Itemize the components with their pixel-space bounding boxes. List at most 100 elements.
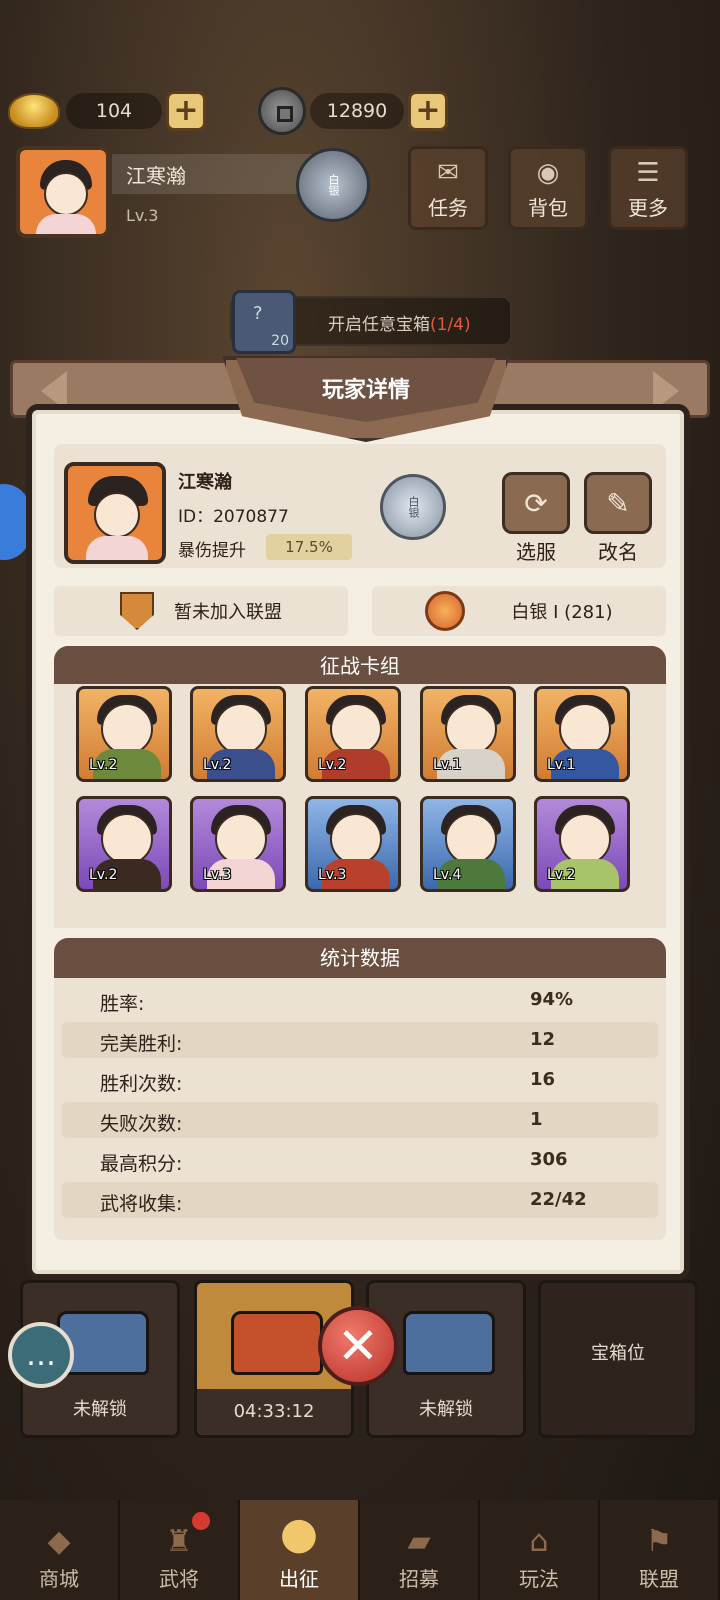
stat-label: 完美胜利: <box>100 1033 183 1055</box>
hero-card[interactable]: Lv.4 <box>420 796 516 892</box>
bag-button[interactable]: ◉ 背包 <box>508 146 588 230</box>
task-label: 任务 <box>428 196 468 220</box>
add-ingot-button[interactable]: + <box>166 91 206 131</box>
menu-icon: ☰ <box>636 158 660 188</box>
chest-task-progress: (1/4) <box>430 315 471 335</box>
nav-modes[interactable]: ⌂ 玩法 <box>480 1500 600 1600</box>
avatar-body-shape <box>86 536 148 560</box>
hero-card[interactable]: Lv.2 <box>190 686 286 782</box>
nav-generals-label: 武将 <box>159 1567 199 1591</box>
hero-level: Lv.4 <box>433 867 462 883</box>
hero-card[interactable]: Lv.2 <box>534 796 630 892</box>
stat-row: 胜利次数: 16 <box>62 1062 658 1098</box>
red-chest-icon <box>231 1311 323 1375</box>
hero-level: Lv.3 <box>203 867 232 883</box>
nav-alliance-label: 联盟 <box>639 1567 679 1591</box>
stats-section-title: 统计数据 <box>54 938 666 978</box>
stat-value: 1 <box>530 1109 543 1130</box>
helmet-icon: ♜ <box>165 1524 193 1559</box>
task-button[interactable]: ✉ 任务 <box>408 146 488 230</box>
player-name-bar[interactable]: 江寒瀚 <box>112 154 312 194</box>
chat-button[interactable]: … <box>8 1322 74 1388</box>
player-id: ID：2070877 <box>178 507 289 527</box>
league-status-text: 白银 I (281) <box>511 602 613 623</box>
stat-label: 胜率: <box>100 993 145 1015</box>
hero-face-shape <box>445 813 497 865</box>
nav-generals[interactable]: ♜ 武将 <box>120 1500 240 1600</box>
hero-card[interactable]: Lv.1 <box>420 686 516 782</box>
player-avatar[interactable] <box>16 146 110 238</box>
chest-task-text: 开启任意宝箱(1/4) <box>328 310 471 335</box>
silver-rank-icon: 白银 <box>380 474 446 540</box>
hero-level: Lv.1 <box>433 757 462 773</box>
chest-timer: 04:33:12 <box>197 1389 351 1435</box>
chest-task-banner[interactable]: ? 20 开启任意宝箱(1/4) <box>230 290 512 354</box>
stat-value: 16 <box>530 1069 556 1090</box>
hero-level: Lv.1 <box>547 757 576 773</box>
select-server-label: 选服 <box>516 540 556 564</box>
player-name: 江寒瀚 <box>178 472 232 493</box>
hero-face-shape <box>559 703 611 755</box>
hero-card[interactable]: Lv.2 <box>76 686 172 782</box>
notification-dot <box>190 1510 212 1532</box>
hero-level: Lv.2 <box>203 757 232 773</box>
stat-row: 完美胜利: 12 <box>62 1022 658 1058</box>
nav-alliance[interactable]: ⚑ 联盟 <box>600 1500 720 1600</box>
close-panel-button[interactable]: ✕ <box>318 1306 398 1386</box>
coin-currency: 12890 + <box>258 87 448 135</box>
chest-slot-placeholder: 宝箱位 <box>591 1343 645 1364</box>
nav-shop[interactable]: ◆ 商城 <box>0 1500 120 1600</box>
hero-face-shape <box>559 813 611 865</box>
hero-card[interactable]: Lv.3 <box>305 796 401 892</box>
stat-row: 胜率: 94% <box>62 982 658 1018</box>
chest-slot-empty[interactable]: 宝箱位 <box>538 1280 698 1438</box>
nav-battle-label: 出征 <box>279 1567 319 1591</box>
blue-chest-icon <box>403 1311 495 1375</box>
nav-battle[interactable]: ● 出征 <box>240 1500 360 1600</box>
hero-face-shape <box>330 703 382 755</box>
avatar-body-shape <box>36 214 96 234</box>
copper-coin-icon <box>258 87 306 135</box>
avatar-face-shape <box>44 172 88 216</box>
scroll-icon: ✉ <box>437 158 459 188</box>
hero-card[interactable]: Lv.2 <box>305 686 401 782</box>
ingot-currency: 104 + <box>8 88 206 134</box>
hero-face-shape <box>330 813 382 865</box>
chest-slot-label: 未解锁 <box>73 1399 127 1420</box>
player-level: Lv.3 <box>126 206 159 225</box>
chest-slot-label: 未解锁 <box>419 1399 473 1420</box>
alliance-status-text: 暂未加入联盟 <box>174 602 282 623</box>
nav-recruit-label: 招募 <box>399 1567 439 1591</box>
hero-card[interactable]: Lv.3 <box>190 796 286 892</box>
hero-face-shape <box>101 813 153 865</box>
crit-bonus-label: 暴伤提升 <box>178 541 246 561</box>
more-button[interactable]: ☰ 更多 <box>608 146 688 230</box>
pavilion-icon: ⌂ <box>529 1524 549 1559</box>
gong-icon: ● <box>279 1508 319 1559</box>
hero-face-shape <box>215 813 267 865</box>
rename-button[interactable]: ✎ <box>584 472 652 534</box>
chest-task-label: 开启任意宝箱 <box>328 315 430 335</box>
league-medal-icon <box>425 591 466 631</box>
hero-card[interactable]: Lv.2 <box>76 796 172 892</box>
bottom-nav: ◆ 商城 ♜ 武将 ● 出征 ▰ 招募 ⌂ 玩法 ⚑ 联盟 <box>0 1500 720 1600</box>
scroll-icon: ▰ <box>407 1524 431 1559</box>
avatar-face-shape <box>94 492 140 538</box>
stat-value: 306 <box>530 1149 568 1170</box>
profile-avatar <box>64 462 166 564</box>
card-pack-icon: ? 20 <box>232 290 296 354</box>
rename-label: 改名 <box>598 540 638 564</box>
rank-emblem-icon[interactable]: 白银 <box>296 148 370 222</box>
hero-card[interactable]: Lv.1 <box>534 686 630 782</box>
stat-value: 12 <box>530 1029 556 1050</box>
hero-face-shape <box>101 703 153 755</box>
select-server-button[interactable]: ⟳ <box>502 472 570 534</box>
nav-recruit[interactable]: ▰ 招募 <box>360 1500 480 1600</box>
coin-value: 12890 <box>310 93 404 129</box>
add-coin-button[interactable]: + <box>408 91 448 131</box>
hero-level: Lv.2 <box>89 757 118 773</box>
hero-face-shape <box>215 703 267 755</box>
shield-icon <box>120 592 154 630</box>
stat-label: 武将收集: <box>100 1193 183 1215</box>
stat-row: 最高积分: 306 <box>62 1142 658 1178</box>
